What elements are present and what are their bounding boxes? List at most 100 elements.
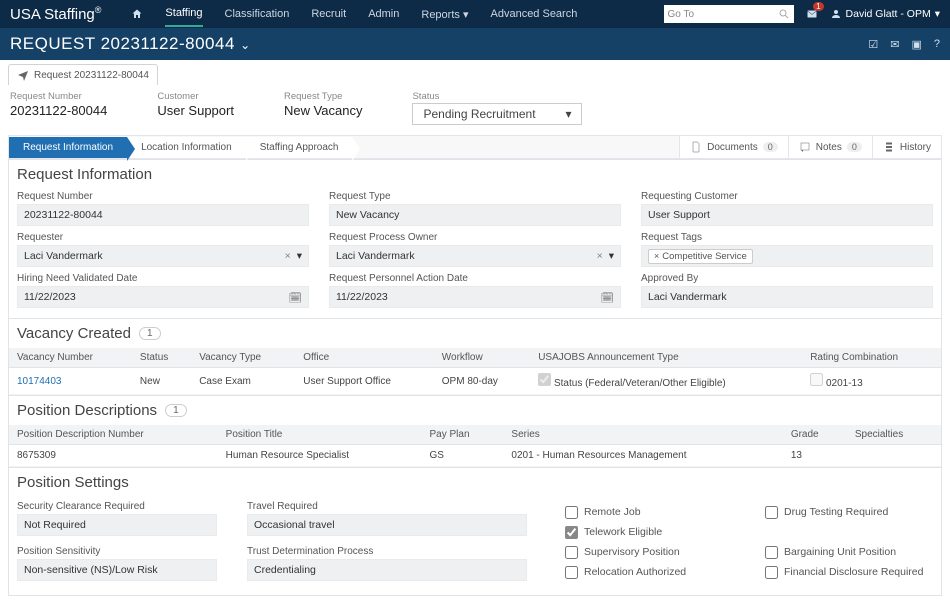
request-type-label: Request Type bbox=[284, 91, 363, 102]
documents-count: 0 bbox=[763, 142, 778, 152]
checkbox-icon[interactable]: ☑ bbox=[868, 38, 878, 51]
col-header: Office bbox=[295, 348, 434, 368]
user-menu[interactable]: David Glatt - OPM ▾ bbox=[830, 8, 940, 20]
chevron-down-icon[interactable]: ⌄ bbox=[240, 38, 251, 52]
travel-required-field: Occasional travel bbox=[247, 514, 527, 536]
field-label: Requester bbox=[17, 232, 309, 243]
field-label: Requesting Customer bbox=[641, 191, 933, 202]
chevron-down-icon: ▾ bbox=[463, 3, 469, 27]
status-label: Status bbox=[412, 91, 582, 102]
nav-recruit[interactable]: Recruit bbox=[311, 2, 346, 26]
remote-job-checkbox[interactable]: Remote Job bbox=[565, 505, 725, 519]
section-title: Position Descriptions bbox=[17, 402, 157, 419]
customer-value: User Support bbox=[157, 103, 234, 118]
history-icon bbox=[883, 141, 895, 153]
requester-field[interactable]: Laci Vandermark×▾ bbox=[17, 245, 309, 267]
col-header: Status bbox=[132, 348, 191, 368]
request-header-bar: REQUEST 20231122-80044 ⌄ ☑ ✉ ▣ ? bbox=[0, 28, 950, 60]
history-button[interactable]: History bbox=[872, 136, 941, 158]
position-sensitivity-field: Non-sensitive (NS)/Low Risk bbox=[17, 559, 217, 581]
nav-staffing[interactable]: Staffing bbox=[165, 1, 202, 27]
wizard-steps: Request Information Location Information… bbox=[8, 135, 942, 159]
col-header: Specialties bbox=[847, 425, 941, 445]
notes-button[interactable]: Notes0 bbox=[788, 136, 872, 158]
section-title: Request Information bbox=[9, 160, 941, 189]
primary-nav: Staffing Classification Recruit Admin Re… bbox=[131, 1, 577, 27]
col-header: Vacancy Number bbox=[9, 348, 132, 368]
rating-checkbox bbox=[810, 373, 823, 386]
plane-icon bbox=[17, 69, 29, 81]
clear-icon[interactable]: × bbox=[285, 250, 291, 262]
table-row: 10174403NewCase ExamUser Support OfficeO… bbox=[9, 368, 941, 395]
supervisory-checkbox[interactable]: Supervisory Position bbox=[565, 545, 725, 559]
clear-icon[interactable]: × bbox=[597, 250, 603, 262]
drug-testing-checkbox[interactable]: Drug Testing Required bbox=[765, 505, 925, 519]
field-label: Security Clearance Required bbox=[17, 501, 217, 512]
financial-disclosure-checkbox[interactable]: Financial Disclosure Required bbox=[765, 565, 925, 579]
field-label: Request Type bbox=[329, 191, 621, 202]
section-request-information: Request Information Request Number202311… bbox=[9, 160, 941, 318]
section-count: 1 bbox=[139, 327, 161, 340]
chevron-down-icon[interactable]: ▾ bbox=[609, 250, 614, 262]
nav-admin[interactable]: Admin bbox=[368, 2, 399, 26]
field-label: Request Number bbox=[17, 191, 309, 202]
trust-determination-field: Credentialing bbox=[247, 559, 527, 581]
documents-button[interactable]: Documents0 bbox=[679, 136, 788, 158]
close-icon[interactable]: × bbox=[654, 251, 659, 261]
mail-icon[interactable]: ✉ bbox=[890, 38, 899, 51]
col-header: Pay Plan bbox=[421, 425, 503, 445]
nav-advanced-search[interactable]: Advanced Search bbox=[491, 2, 578, 26]
note-icon bbox=[799, 141, 811, 153]
field-label: Travel Required bbox=[247, 501, 527, 512]
field-label: Trust Determination Process bbox=[247, 546, 527, 557]
personnel-action-date-field[interactable]: 11/22/2023🗓 bbox=[329, 286, 621, 308]
table-row: 8675309Human Resource SpecialistGS0201 -… bbox=[9, 445, 941, 467]
section-title: Position Settings bbox=[9, 468, 941, 497]
vacancy-link[interactable]: 10174403 bbox=[17, 376, 62, 387]
announcement-type-checkbox bbox=[538, 373, 551, 386]
security-clearance-field: Not Required bbox=[17, 514, 217, 536]
hiring-need-date-field[interactable]: 11/22/2023🗓 bbox=[17, 286, 309, 308]
section-position-settings: Position Settings Security Clearance Req… bbox=[9, 467, 941, 595]
field-label: Hiring Need Validated Date bbox=[17, 273, 309, 284]
position-table: Position Description NumberPosition Titl… bbox=[9, 425, 941, 467]
field-label: Approved By bbox=[641, 273, 933, 284]
step-staffing-approach[interactable]: Staffing Approach bbox=[246, 137, 353, 158]
request-number-label: Request Number bbox=[10, 91, 107, 102]
col-header: Rating Combination bbox=[802, 348, 941, 368]
field-label: Request Personnel Action Date bbox=[329, 273, 621, 284]
step-request-information[interactable]: Request Information bbox=[9, 137, 127, 158]
request-tags-field[interactable]: × Competitive Service bbox=[641, 245, 933, 267]
col-header: Vacancy Type bbox=[191, 348, 295, 368]
request-summary-row: Request Number20231122-80044 CustomerUse… bbox=[8, 85, 942, 135]
bargaining-unit-checkbox[interactable]: Bargaining Unit Position bbox=[765, 545, 925, 559]
section-vacancy-created: Vacancy Created1 Vacancy NumberStatusVac… bbox=[9, 318, 941, 395]
customer-label: Customer bbox=[157, 91, 234, 102]
user-icon bbox=[830, 8, 842, 20]
requesting-customer-field: User Support bbox=[641, 204, 933, 226]
notifications-icon[interactable]: 1 bbox=[806, 8, 818, 20]
goto-search-input[interactable]: Go To bbox=[664, 5, 794, 23]
field-label: Request Process Owner bbox=[329, 232, 621, 243]
help-icon[interactable]: ? bbox=[934, 38, 940, 51]
field-label: Position Sensitivity bbox=[17, 546, 217, 557]
section-count: 1 bbox=[165, 404, 187, 417]
section-position-descriptions: Position Descriptions 1 Position Descript… bbox=[9, 395, 941, 467]
telework-checkbox[interactable]: Telework Eligible bbox=[565, 525, 725, 539]
chevron-down-icon[interactable]: ▾ bbox=[297, 250, 302, 262]
status-dropdown[interactable]: Pending Recruitment▾ bbox=[412, 103, 582, 125]
step-location-information[interactable]: Location Information bbox=[127, 137, 246, 158]
chat-icon[interactable]: ▣ bbox=[911, 38, 921, 51]
home-icon[interactable] bbox=[131, 2, 143, 26]
col-header: Position Description Number bbox=[9, 425, 218, 445]
relocation-checkbox[interactable]: Relocation Authorized bbox=[565, 565, 725, 579]
tag-chip[interactable]: × Competitive Service bbox=[648, 249, 753, 264]
nav-classification[interactable]: Classification bbox=[225, 2, 290, 26]
notification-count: 1 bbox=[813, 2, 823, 11]
calendar-icon[interactable]: 🗓 bbox=[289, 291, 302, 304]
nav-reports[interactable]: Reports ▾ bbox=[421, 2, 468, 27]
request-tab[interactable]: Request 20231122-80044 bbox=[8, 64, 158, 85]
process-owner-field[interactable]: Laci Vandermark×▾ bbox=[329, 245, 621, 267]
request-title: REQUEST 20231122-80044 ⌄ bbox=[10, 34, 251, 54]
calendar-icon[interactable]: 🗓 bbox=[601, 291, 614, 304]
